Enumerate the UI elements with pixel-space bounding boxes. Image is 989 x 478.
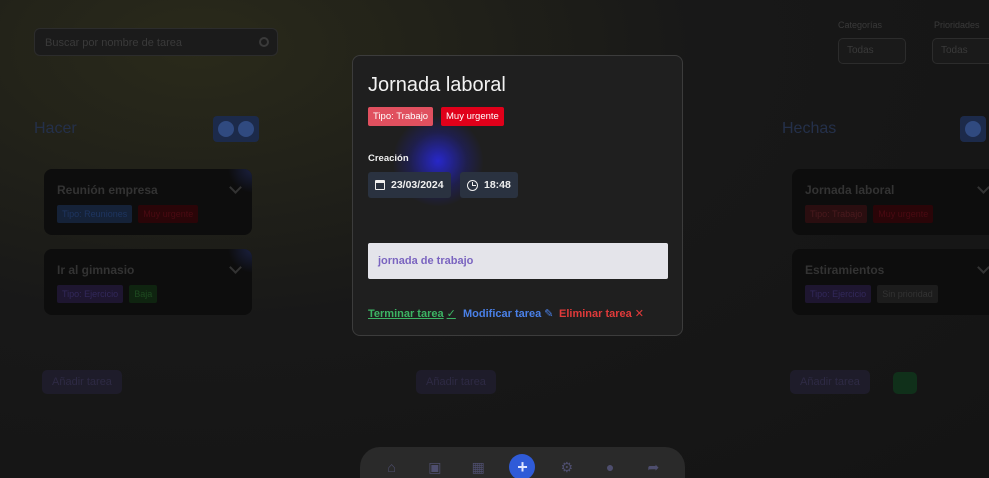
task-urgency-badge: Muy urgente xyxy=(441,107,504,126)
creation-date: 23/03/2024 xyxy=(391,179,444,191)
modify-task-label: Modificar tarea xyxy=(463,307,542,320)
task-type-badge: Tipo: Trabajo xyxy=(368,107,434,126)
calendar-icon[interactable]: ▦ xyxy=(466,455,490,478)
share-icon[interactable]: ➦ xyxy=(641,455,665,478)
app-root: Buscar por nombre de tarea Categorías To… xyxy=(0,0,989,478)
creation-date-chip: 23/03/2024 xyxy=(368,172,451,198)
edit-icon: ✎ xyxy=(544,308,554,320)
user-icon[interactable]: ● xyxy=(598,455,622,478)
creation-label: Creación xyxy=(368,153,409,164)
add-icon[interactable]: + xyxy=(509,454,536,478)
home-icon[interactable]: ⌂ xyxy=(380,455,404,478)
task-description: jornada de trabajo xyxy=(368,243,668,279)
bottom-navigation: ⌂ ▣ ▦ + ⚙ ● ➦ xyxy=(360,447,685,478)
creation-time-chip: 18:48 xyxy=(460,172,518,198)
delete-task-label: Eliminar tarea xyxy=(559,307,632,320)
check-icon: ✓ xyxy=(446,308,456,320)
clock-icon xyxy=(467,179,478,191)
finish-task-button[interactable]: Terminar tarea ✓ xyxy=(368,307,456,321)
wallet-icon[interactable]: ▣ xyxy=(423,455,447,478)
close-icon: ✕ xyxy=(634,308,644,320)
calendar-icon xyxy=(375,180,385,190)
delete-task-button[interactable]: Eliminar tarea ✕ xyxy=(559,307,644,321)
modify-task-button[interactable]: Modificar tarea ✎ xyxy=(463,307,554,321)
task-detail-modal: Jornada laboral Tipo: Trabajo Muy urgent… xyxy=(352,55,683,336)
creation-time: 18:48 xyxy=(484,179,511,191)
filters-icon[interactable]: ⚙ xyxy=(555,455,579,478)
task-title: Jornada laboral xyxy=(368,74,506,96)
